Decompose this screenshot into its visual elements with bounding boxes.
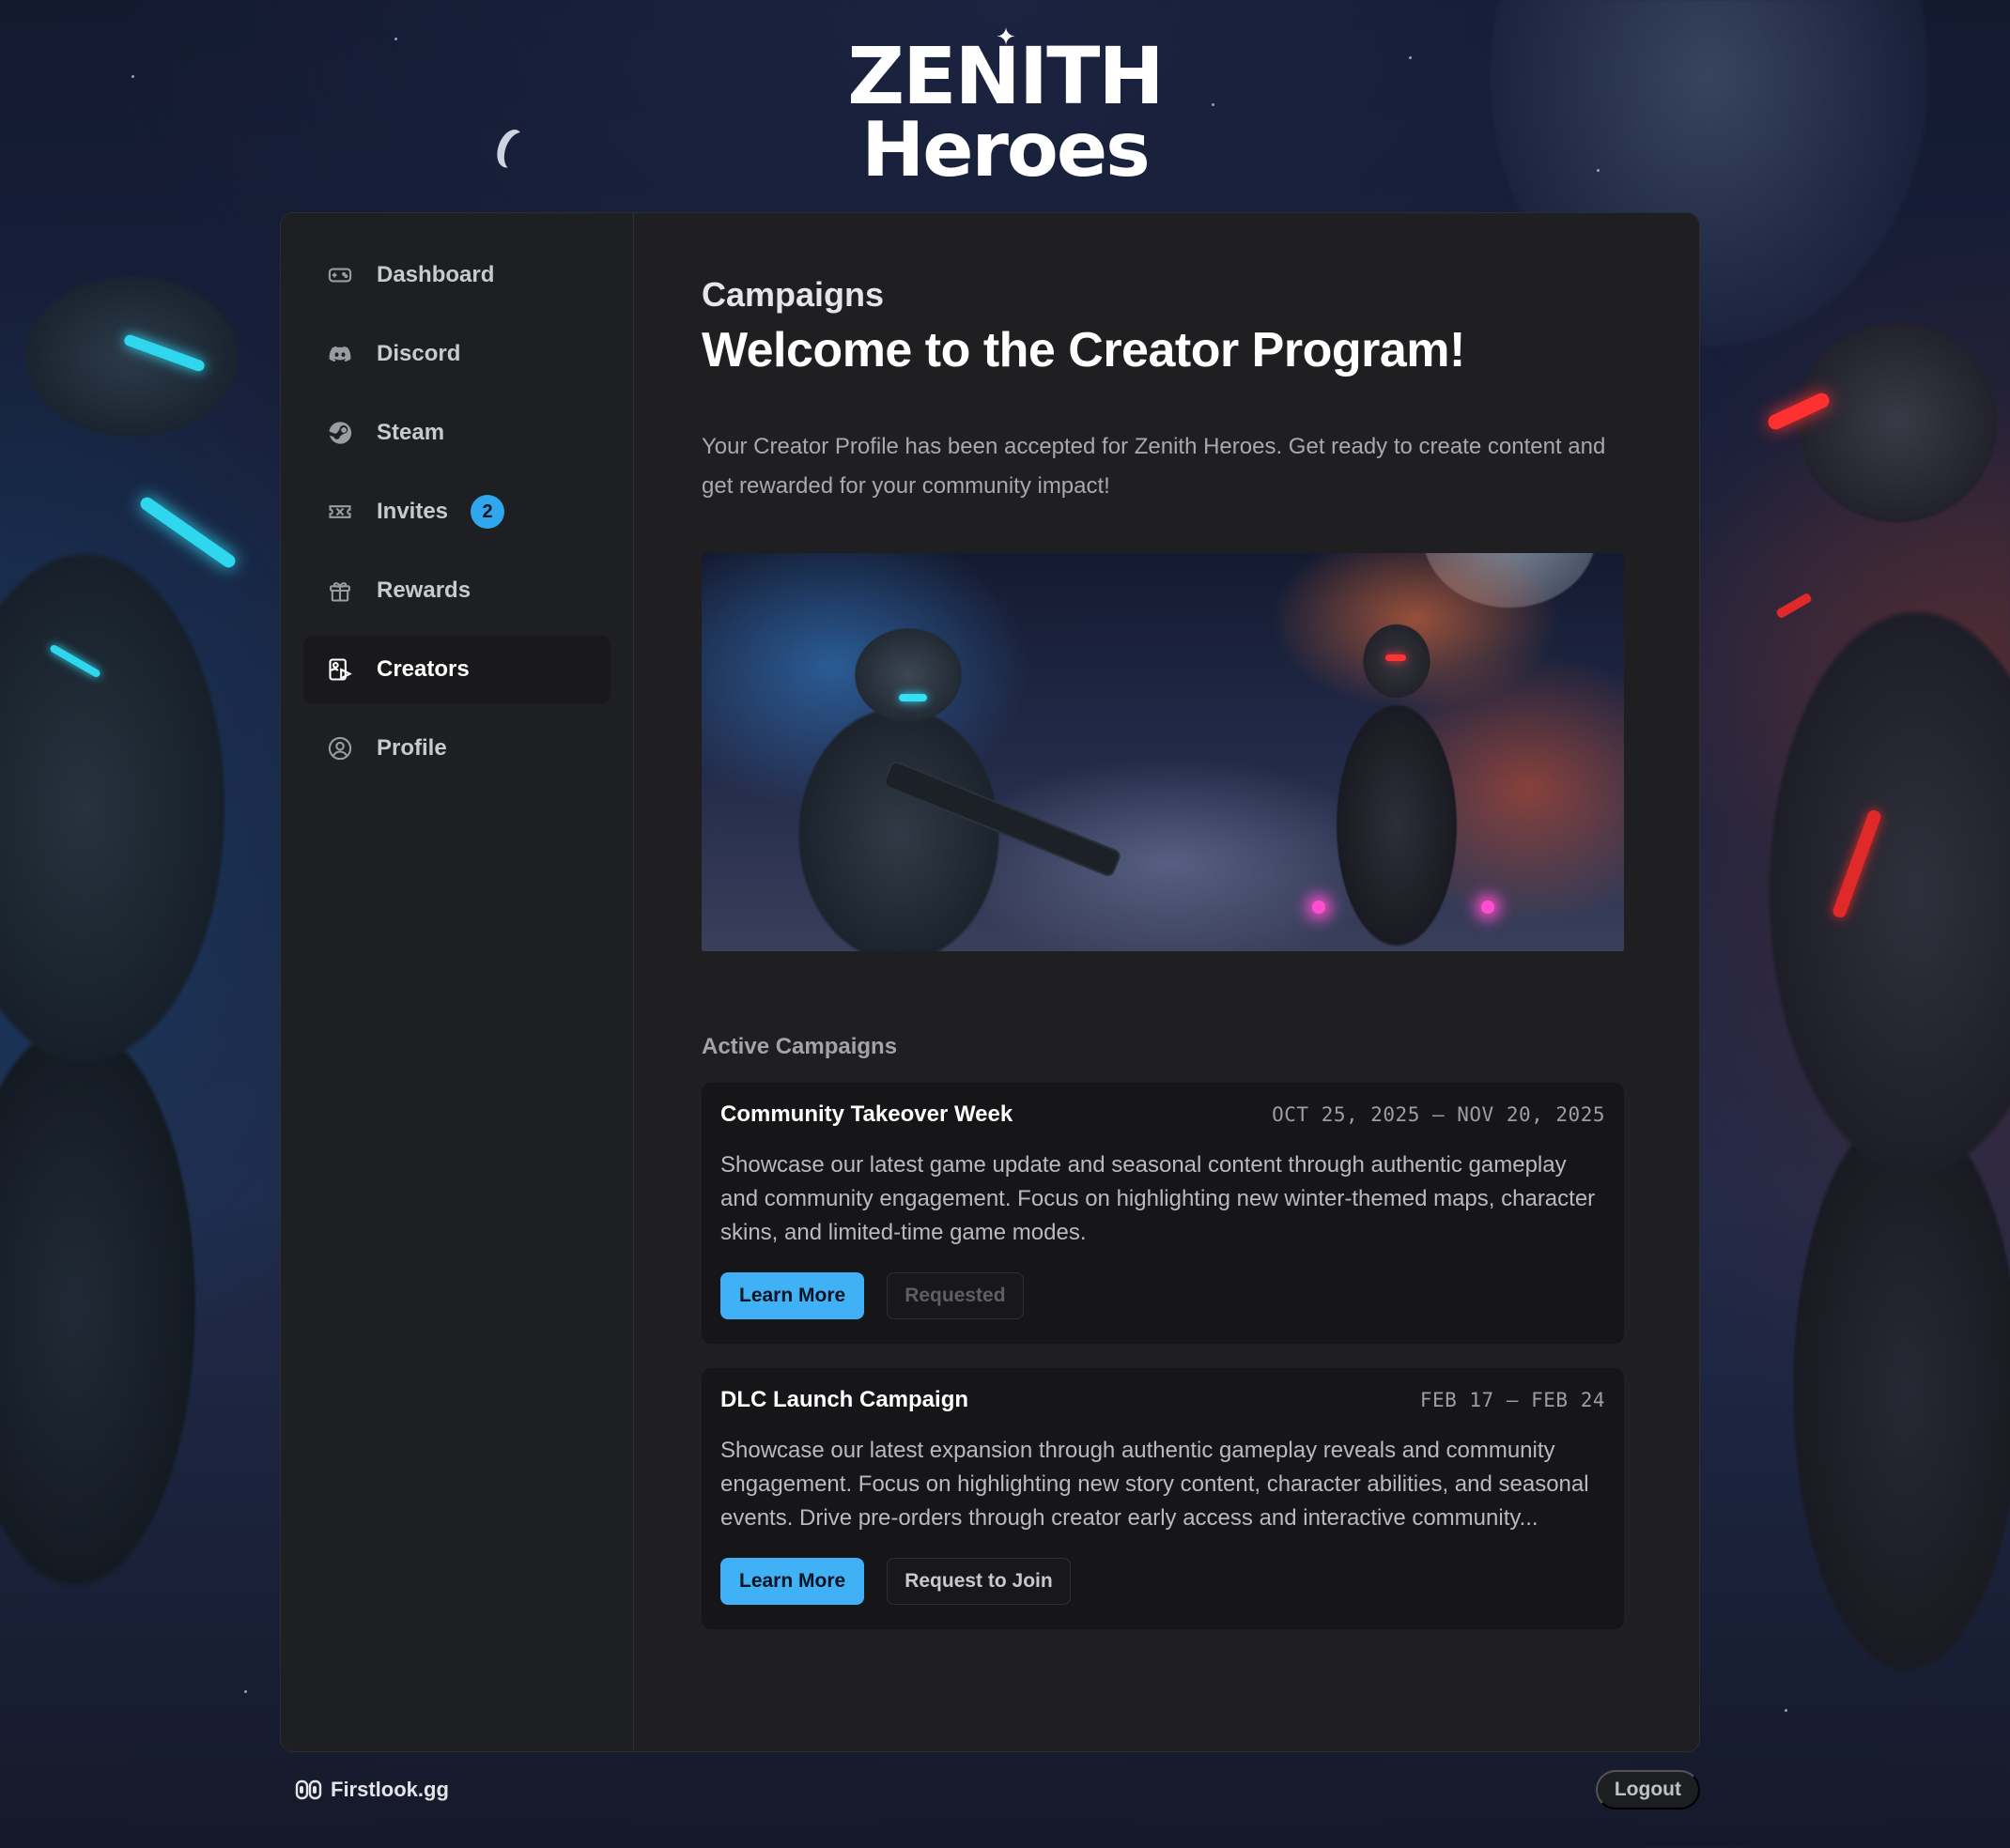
campaign-card: Community Takeover Week OCT 25, 2025 – N… <box>702 1083 1624 1344</box>
campaign-card: DLC Launch Campaign FEB 17 – FEB 24 Show… <box>702 1368 1624 1629</box>
sidebar-item-label: Invites <box>377 499 449 524</box>
invites-count-badge: 2 <box>471 495 505 529</box>
sidebar-item-label: Creators <box>377 656 470 682</box>
page-title: Welcome to the Creator Program! <box>702 323 1465 377</box>
sidebar: Dashboard Discord Steam Invites 2 Reward… <box>281 213 634 1751</box>
main-card: Dashboard Discord Steam Invites 2 Reward… <box>280 212 1700 1752</box>
campaign-dates: OCT 25, 2025 – NOV 20, 2025 <box>1272 1103 1605 1126</box>
sidebar-item-steam[interactable]: Steam <box>303 399 611 467</box>
learn-more-button[interactable]: Learn More <box>720 1558 865 1605</box>
logout-button[interactable]: Logout <box>1595 1770 1700 1810</box>
sidebar-item-label: Profile <box>377 735 447 761</box>
gift-icon <box>326 577 354 605</box>
steam-icon <box>326 419 354 447</box>
left-hero-artwork <box>0 225 282 1634</box>
logo-line-2: Heroes <box>861 105 1151 193</box>
sidebar-item-discord[interactable]: Discord <box>303 320 611 388</box>
main-content: Campaigns Welcome to the Creator Program… <box>634 213 1699 1751</box>
campaign-description: Showcase our latest game update and seas… <box>720 1152 1596 1245</box>
gamepad-icon <box>326 261 354 289</box>
sidebar-item-invites[interactable]: Invites 2 <box>303 478 611 546</box>
ticket-icon <box>326 498 354 526</box>
red-soldier-figure <box>1303 619 1494 951</box>
intro-text: Your Creator Profile has been accepted f… <box>702 434 1606 499</box>
campaign-name: Community Takeover Week <box>720 1101 1013 1127</box>
sidebar-item-label: Discord <box>377 341 461 366</box>
sidebar-item-dashboard[interactable]: Dashboard <box>303 241 611 309</box>
sidebar-item-creators[interactable]: Creators <box>303 636 611 703</box>
learn-more-button[interactable]: Learn More <box>720 1272 865 1319</box>
active-campaigns-heading: Active Campaigns <box>702 1034 898 1059</box>
sidebar-item-label: Dashboard <box>377 262 495 287</box>
footer: Firstlook.gg Logout <box>280 1769 1700 1810</box>
firstlook-label: Firstlook.gg <box>331 1778 449 1801</box>
firstlook-brand[interactable]: Firstlook.gg <box>280 1778 449 1802</box>
sidebar-item-label: Rewards <box>377 578 472 603</box>
sidebar-item-rewards[interactable]: Rewards <box>303 557 611 624</box>
discord-icon <box>326 340 354 368</box>
hero-banner-image <box>702 553 1624 951</box>
page-section-title: Campaigns <box>702 275 885 314</box>
blue-soldier-figure <box>758 609 1121 951</box>
creator-media-icon <box>326 655 354 684</box>
campaign-name: DLC Launch Campaign <box>720 1387 969 1412</box>
request-to-join-button[interactable]: Request to Join <box>887 1558 1071 1605</box>
star-spark-icon: ✦ <box>996 23 1016 52</box>
firstlook-logo-icon <box>295 1779 323 1801</box>
right-hero-artwork <box>1709 282 2010 1690</box>
sidebar-item-label: Steam <box>377 420 445 445</box>
campaign-dates: FEB 17 – FEB 24 <box>1419 1389 1605 1411</box>
sidebar-item-profile[interactable]: Profile <box>303 715 611 782</box>
campaign-description: Showcase our latest expansion through au… <box>720 1438 1589 1531</box>
requested-button: Requested <box>887 1272 1024 1319</box>
zenith-heroes-logo: ✦ ZENITH Heroes <box>0 25 2010 193</box>
user-circle-icon <box>326 734 354 762</box>
